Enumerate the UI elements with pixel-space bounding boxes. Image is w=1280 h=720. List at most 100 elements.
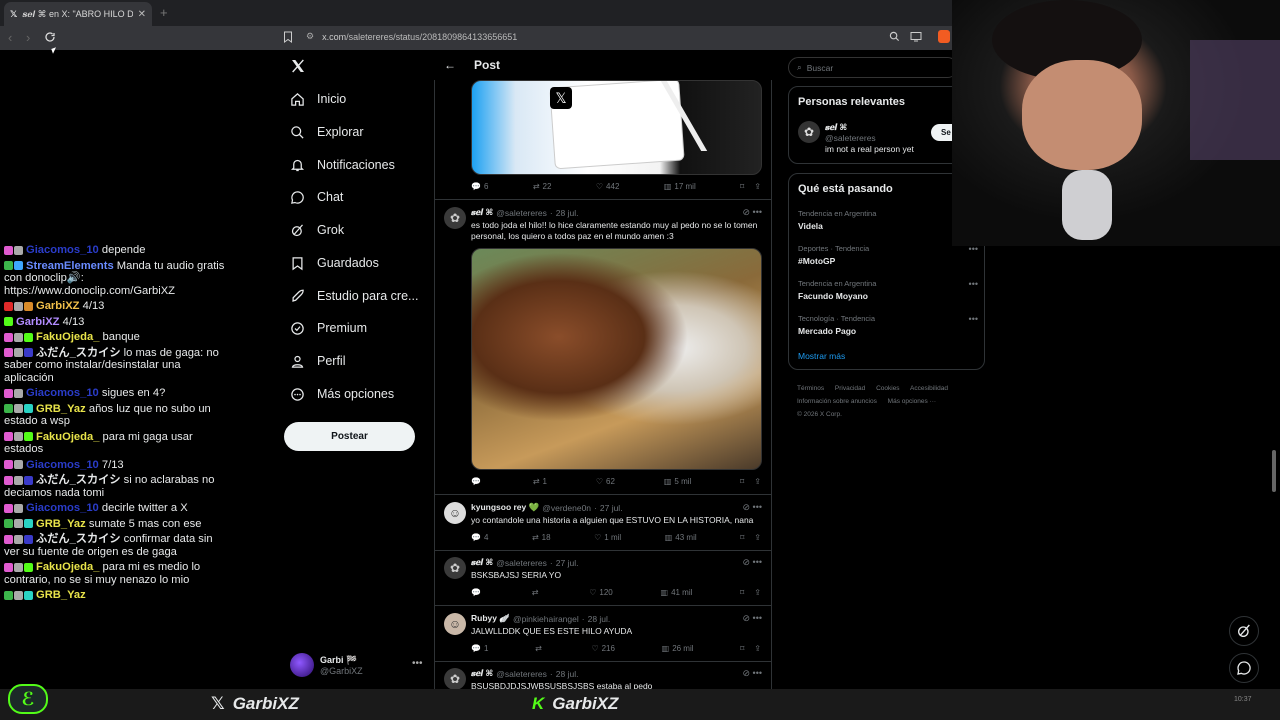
chat-username[interactable]: Giacomos_10 xyxy=(26,459,99,471)
reply-tweet[interactable]: ✿ 𝒔𝒆𝒍 ⌘ @saletereres · 27 jul. BSKSBAJSJ SE… xyxy=(444,557,768,587)
reply-tweet[interactable]: ☺ kyungsoo rey 💚 @verdene0n · 27 jul. yo co… xyxy=(444,502,768,532)
footer-link[interactable]: Accesibilidad xyxy=(910,385,948,392)
views-button[interactable]: ▥ 17 mil xyxy=(664,182,696,191)
chat-username[interactable]: Giacomos_10 xyxy=(26,387,99,399)
share-icon[interactable]: ⇪ xyxy=(754,588,761,597)
dogs-photo[interactable] xyxy=(471,248,762,470)
show-more-link[interactable]: Mostrar más xyxy=(798,351,845,361)
chat-username[interactable]: GRB_Yaz xyxy=(36,589,86,601)
chat-username[interactable]: FakuOjeda_ xyxy=(36,331,99,343)
repost-button[interactable]: ⇄ 18 xyxy=(532,533,551,542)
forward-icon[interactable]: › xyxy=(26,30,30,45)
repost-button[interactable]: ⇄ xyxy=(532,588,542,597)
back-arrow-icon[interactable]: ← xyxy=(444,58,456,72)
more-icon[interactable]: ⊘ ••• xyxy=(743,502,763,513)
post-media-image[interactable]: 𝕏 xyxy=(471,80,762,175)
reply-tweet[interactable]: ✿ 𝒔𝒆𝒍 ⌘ @saletereres · 28 jul. BSUSBDJDJSJW… xyxy=(444,668,768,690)
chat-username[interactable]: FakuOjeda_ xyxy=(36,561,99,573)
reply-tweet[interactable]: ✿ 𝒔𝒆𝒍 ⌘ @saletereres · 28 jul. es todo joda… xyxy=(444,207,768,247)
url-field[interactable]: ⚙ x.com/saletereres/status/2081809864133… xyxy=(306,31,517,42)
trend-item[interactable]: Tendencia en Argentina Facundo Moyano ••• xyxy=(798,279,978,301)
views-button[interactable]: ▥ 5 mil xyxy=(664,477,691,486)
bookmark-tweet-icon[interactable]: ⌑ xyxy=(740,533,744,542)
repost-button[interactable]: ⇄ 22 xyxy=(533,182,552,191)
tweet-author[interactable]: 𝒔𝒆𝒍 ⌘ xyxy=(471,207,493,218)
nav-chat[interactable]: Chat xyxy=(290,187,343,207)
bookmark-icon[interactable] xyxy=(283,31,293,43)
close-tab-icon[interactable]: ✕ xyxy=(138,9,146,20)
views-button[interactable]: ▥ 41 mil xyxy=(661,588,693,597)
search-input[interactable]: ⌕ Buscar xyxy=(788,57,958,78)
footer-link[interactable]: Privacidad xyxy=(835,385,865,392)
bookmark-tweet-icon[interactable]: ⌑ xyxy=(740,644,744,653)
brave-shield-icon[interactable] xyxy=(938,30,950,43)
relevant-user-name[interactable]: 𝒔𝒆𝒍 ⌘ xyxy=(825,122,914,133)
tweet-author[interactable]: Rubyy 🪽 xyxy=(471,613,510,624)
nav-grok[interactable]: Grok xyxy=(290,220,344,240)
like-button[interactable]: ♡ 1 mil xyxy=(594,533,621,542)
trend-item[interactable]: Deportes · Tendencia #MotoGP ••• xyxy=(798,244,978,266)
post-button[interactable]: Postear xyxy=(284,422,415,451)
browser-tab[interactable]: 𝕏 𝒔𝒆𝒍 ⌘ en X: "ABRO HILO DE TO ✕ xyxy=(4,2,152,26)
more-icon[interactable]: ••• xyxy=(969,279,978,289)
footer-link[interactable]: Más opciones ··· xyxy=(888,398,936,405)
chat-username[interactable]: GRB_Yaz xyxy=(36,403,86,415)
account-switcher[interactable]: Garbi 🏁 @GarbiXZ xyxy=(290,653,363,677)
share-icon[interactable]: ⇪ xyxy=(754,533,761,542)
reply-button[interactable]: 💬 6 xyxy=(471,182,488,191)
chat-username[interactable]: ふだん_スカイシ xyxy=(36,474,121,486)
chat-username[interactable]: GarbiXZ xyxy=(16,316,60,328)
like-button[interactable]: ♡ 216 xyxy=(591,644,615,653)
new-tab-icon[interactable]: + xyxy=(160,5,168,20)
tweet-author[interactable]: kyungsoo rey 💚 xyxy=(471,502,539,513)
views-button[interactable]: ▥ 43 mil xyxy=(665,533,697,542)
chat-username[interactable]: FakuOjeda_ xyxy=(36,431,99,443)
bookmark-tweet-icon[interactable]: ⌑ xyxy=(740,588,744,597)
reply-button[interactable]: 💬 xyxy=(471,588,484,597)
trend-item[interactable]: Tecnología · Tendencia Mercado Pago ••• xyxy=(798,314,978,336)
like-button[interactable]: ♡ 442 xyxy=(596,182,620,191)
like-button[interactable]: ♡ 62 xyxy=(596,477,615,486)
chat-username[interactable]: Giacomos_10 xyxy=(26,502,99,514)
reply-button[interactable]: 💬 1 xyxy=(471,644,488,653)
chat-username[interactable]: ふだん_スカイシ xyxy=(36,533,121,545)
reply-tweet[interactable]: ☺ Rubyy 🪽 @pinkiehairangel · 28 jul. JALWLL… xyxy=(444,613,768,643)
footer-link[interactable]: Cookies xyxy=(876,385,899,392)
bookmark-tweet-icon[interactable]: ⌑ xyxy=(740,477,744,486)
scrollbar[interactable] xyxy=(1272,450,1276,492)
chat-username[interactable]: Giacomos_10 xyxy=(26,244,99,256)
reload-icon[interactable] xyxy=(44,31,56,43)
nav-creator-studio[interactable]: Estudio para cre... xyxy=(290,286,418,306)
more-icon[interactable]: ••• xyxy=(969,314,978,324)
nav-bookmarks[interactable]: Guardados xyxy=(290,253,379,273)
reply-button[interactable]: 💬 4 xyxy=(471,533,488,542)
chat-username[interactable]: ふだん_スカイシ xyxy=(36,347,121,359)
repost-button[interactable]: ⇄ xyxy=(535,644,545,653)
nav-profile[interactable]: Perfil xyxy=(290,351,345,371)
footer-link[interactable]: Términos xyxy=(797,385,824,392)
repost-button[interactable]: ⇄ 1 xyxy=(533,477,547,486)
nav-more[interactable]: Más opciones xyxy=(290,384,394,404)
grok-fab[interactable] xyxy=(1229,616,1259,646)
views-button[interactable]: ▥ 26 mil xyxy=(662,644,694,653)
share-icon[interactable]: ⇪ xyxy=(754,477,761,486)
trend-item[interactable]: Tendencia en Argentina Videla xyxy=(798,209,978,231)
more-icon[interactable]: ⊘ ••• xyxy=(743,557,763,568)
nav-explore[interactable]: Explorar xyxy=(290,122,364,142)
tweet-author[interactable]: 𝒔𝒆𝒍 ⌘ xyxy=(471,557,493,568)
like-button[interactable]: ♡ 120 xyxy=(589,588,613,597)
messages-fab[interactable] xyxy=(1229,653,1259,683)
more-icon[interactable]: ⊘ ••• xyxy=(743,668,763,679)
share-icon[interactable]: ⇪ xyxy=(754,182,761,191)
chat-username[interactable]: GarbiXZ xyxy=(36,300,80,312)
account-more-icon[interactable]: ••• xyxy=(412,658,423,669)
footer-link[interactable]: Información sobre anuncios xyxy=(797,398,877,405)
chat-username[interactable]: GRB_Yaz xyxy=(36,518,86,530)
nav-premium[interactable]: Premium xyxy=(290,318,367,338)
zoom-icon[interactable] xyxy=(889,31,900,42)
more-icon[interactable]: ⊘ ••• xyxy=(743,613,763,624)
share-icon[interactable]: ⇪ xyxy=(754,644,761,653)
cast-icon[interactable] xyxy=(910,31,922,42)
more-icon[interactable]: ⊘ ••• xyxy=(743,207,763,218)
bookmark-tweet-icon[interactable]: ⌑ xyxy=(740,182,744,191)
